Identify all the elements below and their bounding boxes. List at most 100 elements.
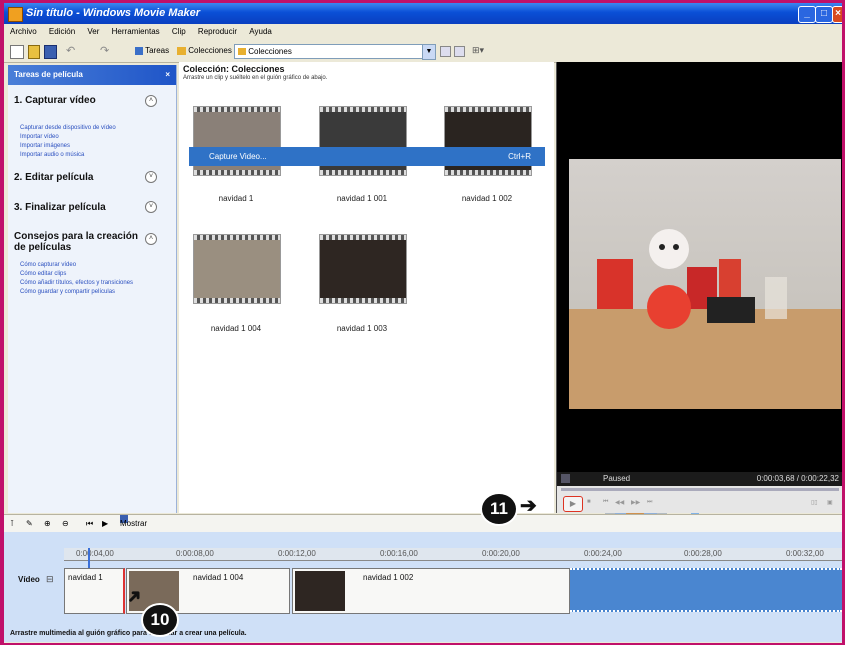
link-import-video[interactable]: Importar vídeo — [20, 134, 59, 140]
movie-tasks-pane: Tareas de película × 1. Capturar vídeo ˄… — [8, 65, 177, 513]
menu-reproducir[interactable]: Reproducir — [198, 27, 237, 36]
clip-label: navidad 1 004 — [210, 324, 262, 333]
close-button[interactable]: × — [832, 6, 842, 23]
zoom-out-icon[interactable]: ⊖ — [62, 515, 69, 533]
tasks-icon — [135, 46, 143, 55]
timeline-clip[interactable]: navidad 1 002 — [292, 568, 570, 614]
toolbar: ↶ ↷ Tareas Colecciones Colecciones ▼ ⊞▾ — [4, 40, 842, 63]
arrow-11-icon: ➔ — [520, 495, 537, 517]
rewind-storyboard-icon[interactable]: ⏮ — [86, 515, 93, 533]
clip-thumbnail[interactable] — [193, 234, 281, 304]
playback-status: Paused — [603, 474, 631, 483]
preview-status-bar: Paused 0:00:03,68 / 0:00:22,32 — [557, 472, 842, 486]
clip-label: navidad 1 002 — [461, 194, 513, 203]
up-level-icon[interactable] — [440, 46, 451, 57]
link-import-images[interactable]: Importar imágenes — [20, 143, 70, 149]
timeline-clip-thumbnail — [295, 571, 345, 611]
storyboard-toolbar: ⊺ ✎ ⊕ ⊖ ⏮ ▶ Mostrar escala de tiempo — [4, 514, 842, 582]
capture-video-menu-item[interactable]: Capture Video... Ctrl+R — [189, 147, 545, 166]
menu-archivo[interactable]: Archivo — [10, 27, 37, 36]
app-icon — [8, 7, 23, 22]
collections-button[interactable]: Colecciones — [174, 44, 235, 58]
undo-icon[interactable]: ↶ — [66, 44, 75, 58]
link-tip-capture[interactable]: Cómo capturar vídeo — [20, 262, 76, 268]
video-track: navidad 1 navidad 1 004 navidad 1 002 — [62, 568, 842, 614]
link-tip-titles[interactable]: Cómo añadir títulos, efectos y transicio… — [20, 280, 133, 286]
menu-herramientas[interactable]: Herramientas — [112, 27, 160, 36]
menu-clip[interactable]: Clip — [172, 27, 186, 36]
link-import-audio[interactable]: Importar audio o música — [20, 152, 84, 158]
section-finish-title[interactable]: 3. Finalizar película — [14, 202, 106, 213]
menu-ver[interactable]: Ver — [87, 27, 99, 36]
section-capture-title[interactable]: 1. Capturar vídeo — [14, 95, 96, 106]
save-project-icon[interactable] — [44, 45, 57, 59]
tick-label: 0:00:16,00 — [380, 549, 418, 558]
link-tip-edit[interactable]: Cómo editar clips — [20, 271, 66, 277]
timeline: 0:00:04,00 0:00:08,00 0:00:12,00 0:00:16… — [4, 532, 842, 630]
track-toggle-icon[interactable]: ⊟ — [46, 574, 54, 585]
forward-icon[interactable]: ▶▶ — [631, 499, 640, 506]
time-ruler[interactable]: 0:00:04,00 0:00:08,00 0:00:12,00 0:00:16… — [64, 548, 842, 561]
expand-finish-icon[interactable]: ˅ — [145, 201, 157, 213]
video-track-label: Vídeo — [18, 575, 40, 584]
play-storyboard-icon[interactable]: ▶ — [102, 515, 108, 533]
tick-label: 0:00:12,00 — [278, 549, 316, 558]
previous-frame-icon[interactable]: ⏮ — [603, 499, 608, 506]
task-pane-header: Tareas de película × — [8, 65, 176, 85]
step-11-badge: 11 — [480, 492, 518, 526]
collection-panel: Colección: Colecciones Arrastre un clip … — [179, 62, 722, 554]
section-tips-title[interactable]: Consejos para la creación de películas — [14, 231, 139, 253]
section-edit-title[interactable]: 2. Editar película — [14, 172, 93, 183]
maximize-button[interactable]: □ — [815, 6, 833, 23]
preview-monitor: Paused 0:00:03,68 / 0:00:22,32 ▶ ■ ⏮ ◀◀ … — [556, 62, 842, 513]
timeline-clip-label: navidad 1 — [68, 573, 103, 582]
collections-folder-icon — [177, 46, 186, 55]
narrate-icon[interactable]: ✎ — [26, 515, 33, 533]
tasks-label: Tareas — [145, 46, 170, 55]
task-pane-title: Tareas de película — [14, 70, 83, 79]
tick-label: 0:00:24,00 — [584, 549, 622, 558]
timeline-clip-label: navidad 1 004 — [193, 573, 244, 582]
menu-edicion[interactable]: Edición — [49, 27, 75, 36]
collection-combo-value: Colecciones — [248, 47, 292, 56]
capture-video-label: Capture Video... — [209, 152, 267, 161]
expand-edit-icon[interactable]: ˅ — [145, 171, 157, 183]
tasks-button[interactable]: Tareas — [132, 44, 172, 58]
minimize-button[interactable]: _ — [798, 6, 816, 23]
seek-bar[interactable] — [561, 488, 839, 491]
next-frame-icon[interactable]: ⏭ — [647, 499, 652, 506]
stop-icon[interactable]: ■ — [587, 499, 591, 505]
timeline-clip[interactable]: navidad 1 — [64, 568, 125, 614]
step-10-badge: 10 — [141, 603, 179, 637]
tick-label: 0:00:20,00 — [482, 549, 520, 558]
collection-combo[interactable]: Colecciones — [234, 44, 425, 59]
tick-label: 0:00:32,00 — [786, 549, 824, 558]
new-project-icon[interactable] — [10, 45, 24, 59]
playback-controls: ▶ ■ ⏮ ◀◀ ▶▶ ⏭ ▯▯ ▣ — [557, 486, 842, 513]
monitor-icon — [561, 474, 570, 483]
view-options-icon[interactable]: ⊞▾ — [472, 45, 484, 59]
link-capture-device[interactable]: Capturar desde dispositivo de vídeo — [20, 125, 116, 131]
empty-track-area[interactable] — [570, 568, 842, 612]
open-project-icon[interactable] — [28, 45, 40, 59]
snapshot-icon[interactable]: ▣ — [827, 499, 833, 506]
chevron-down-icon[interactable]: ▼ — [422, 44, 436, 60]
collapse-tips-icon[interactable]: ˄ — [145, 233, 157, 245]
clip-thumbnail[interactable] — [319, 234, 407, 304]
collections-label: Colecciones — [188, 46, 232, 55]
collapse-capture-icon[interactable]: ˄ — [145, 95, 157, 107]
playback-time: 0:00:03,68 / 0:00:22,32 — [756, 474, 839, 483]
view-icon[interactable] — [454, 46, 465, 57]
rewind-icon[interactable]: ◀◀ — [615, 499, 624, 506]
tick-label: 0:00:04,00 — [76, 549, 114, 558]
menu-bar: Archivo Edición Ver Herramientas Clip Re… — [4, 24, 842, 40]
link-tip-save[interactable]: Cómo guardar y compartir películas — [20, 289, 115, 295]
redo-icon[interactable]: ↷ — [100, 44, 109, 58]
menu-ayuda[interactable]: Ayuda — [249, 27, 272, 36]
task-pane-close-icon[interactable]: × — [165, 65, 170, 85]
zoom-in-icon[interactable]: ⊕ — [44, 515, 51, 533]
timeline-icon[interactable]: ⊺ — [10, 515, 14, 533]
play-button[interactable]: ▶ — [563, 496, 583, 512]
split-clip-icon[interactable]: ▯▯ — [811, 499, 818, 506]
collection-subtitle: Arrastre un clip y suéltelo en el guión … — [183, 75, 328, 81]
